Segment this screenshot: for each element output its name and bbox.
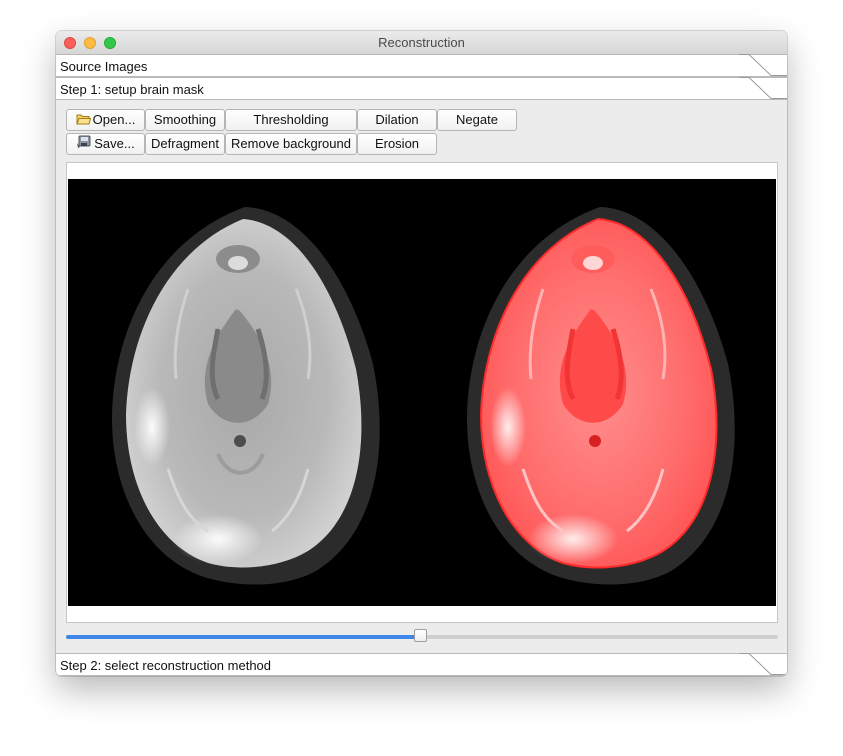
thresholding-button[interactable]: Thresholding xyxy=(225,109,357,131)
image-viewer[interactable] xyxy=(66,162,778,623)
smoothing-button[interactable]: Smoothing xyxy=(145,109,225,131)
open-button-label: Open... xyxy=(92,112,136,127)
section-source-images[interactable]: Source Images xyxy=(56,54,787,77)
brain-slice-mask-overlay xyxy=(466,207,735,585)
negate-button[interactable]: Negate xyxy=(437,109,517,131)
title-bar: Reconstruction xyxy=(56,31,787,55)
reconstruction-window: Reconstruction Source Images Step 1: set… xyxy=(56,31,787,676)
section-tab-corner xyxy=(739,54,787,76)
brain-slice-grayscale xyxy=(111,207,380,585)
remove-background-button[interactable]: Remove background xyxy=(225,133,357,155)
section-tab-corner xyxy=(739,653,787,675)
section-tab-corner xyxy=(739,77,787,99)
section-step1[interactable]: Step 1: setup brain mask xyxy=(56,77,787,100)
open-button[interactable]: Open... xyxy=(66,109,145,131)
section-step1-label: Step 1: setup brain mask xyxy=(60,82,204,97)
erosion-button[interactable]: Erosion xyxy=(357,133,437,155)
slider-thumb[interactable] xyxy=(413,629,427,642)
window-title: Reconstruction xyxy=(378,35,465,50)
section-source-images-label: Source Images xyxy=(60,59,148,74)
slice-slider[interactable] xyxy=(66,629,778,645)
mri-slice-view[interactable] xyxy=(68,179,776,606)
dilation-button[interactable]: Dilation xyxy=(357,109,437,131)
slider-fill xyxy=(66,635,420,639)
folder-icon xyxy=(75,111,91,130)
section-step2[interactable]: Step 2: select reconstruction method xyxy=(56,653,787,676)
section-step2-label: Step 2: select reconstruction method xyxy=(60,658,272,673)
defragment-button[interactable]: Defragment xyxy=(145,133,225,155)
save-icon xyxy=(76,135,92,154)
save-button-label: Save... xyxy=(94,136,135,151)
save-button[interactable]: Save... xyxy=(66,133,145,155)
